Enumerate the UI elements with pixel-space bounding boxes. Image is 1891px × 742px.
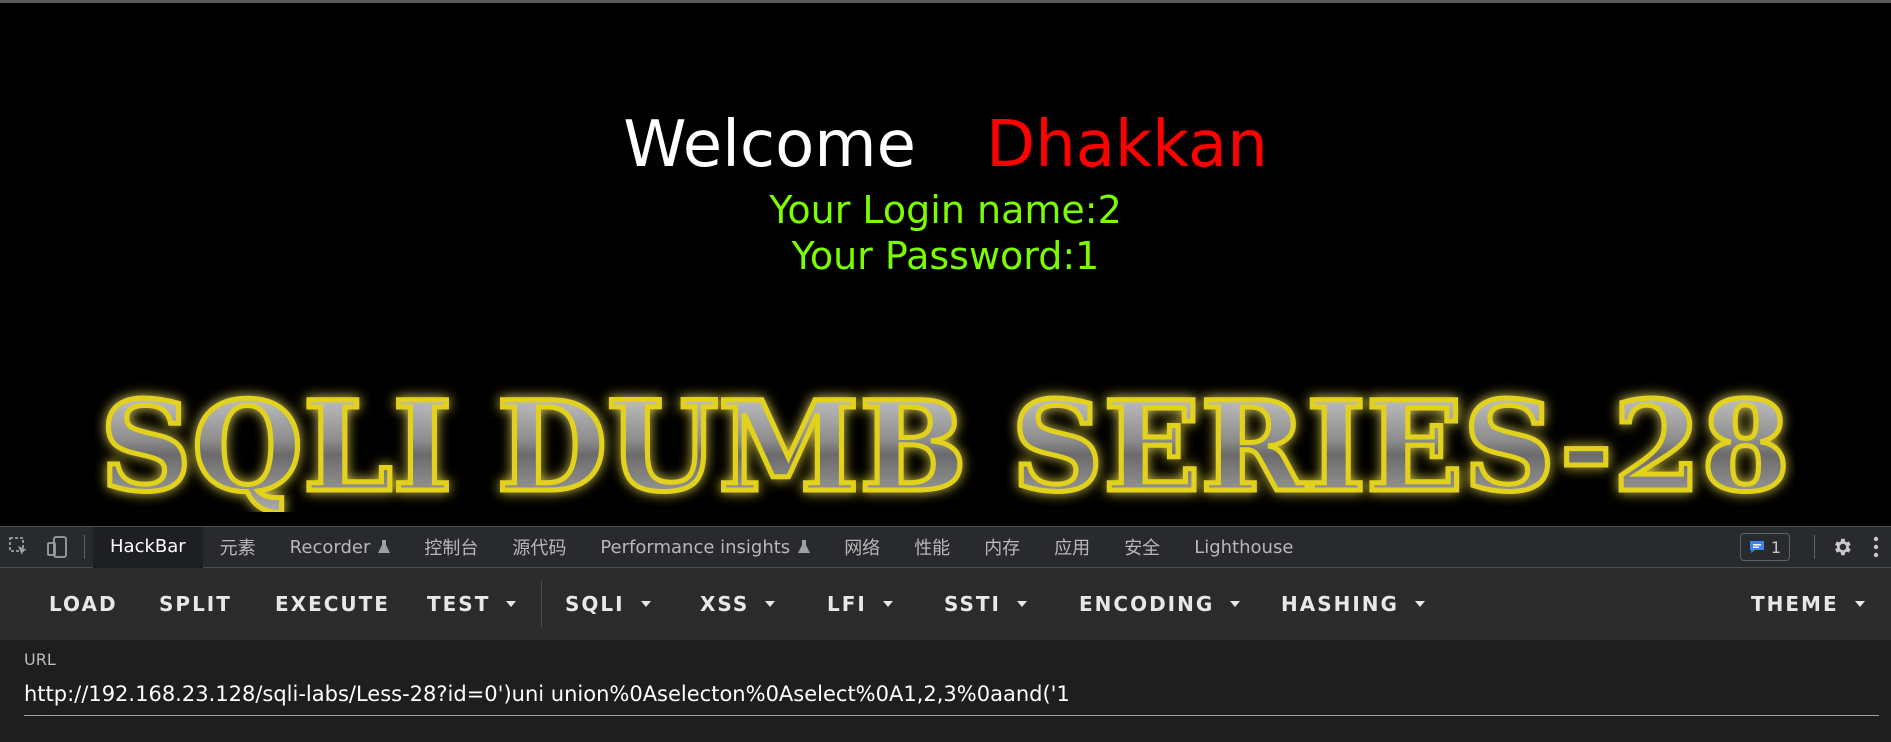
tab-hackbar[interactable]: HackBar	[93, 526, 203, 568]
theme-dropdown[interactable]: THEME	[1751, 568, 1865, 640]
theme-label: THEME	[1751, 592, 1839, 616]
tab-network[interactable]: 网络	[827, 527, 897, 568]
tab-label: Performance insights	[600, 536, 791, 558]
toolbar-divider	[541, 580, 542, 628]
execute-label: EXECUTE	[275, 592, 390, 616]
tab-label: Recorder	[289, 536, 371, 558]
tab-sources[interactable]: 源代码	[495, 527, 583, 568]
issues-count: 1	[1770, 537, 1781, 557]
tab-elements[interactable]: 元素	[203, 527, 273, 568]
tab-label: 应用	[1054, 538, 1091, 559]
devtools-right-controls: 1	[1739, 527, 1891, 567]
tab-performance[interactable]: 性能	[897, 527, 967, 568]
chevron-down-icon	[640, 601, 651, 607]
issues-button[interactable]: 1	[1739, 533, 1790, 561]
ssti-label: SSTI	[944, 592, 1001, 616]
inspect-element-icon[interactable]	[0, 527, 38, 567]
url-panel: URL	[0, 640, 1891, 742]
encoding-label: ENCODING	[1079, 592, 1215, 616]
tab-label: 安全	[1124, 538, 1161, 559]
tab-label: 元素	[219, 538, 256, 559]
login-name-text: Your Login name:2	[769, 188, 1122, 232]
tab-label: HackBar	[110, 535, 186, 557]
tab-memory[interactable]: 内存	[967, 527, 1037, 568]
tab-label: 内存	[984, 538, 1021, 559]
device-toolbar-icon[interactable]	[38, 527, 76, 567]
chevron-down-icon	[1230, 601, 1241, 607]
settings-gear-icon[interactable]	[1823, 527, 1861, 567]
sqli-dropdown[interactable]: SQLI	[565, 568, 651, 640]
welcome-heading: Welcome Dhakkan	[0, 108, 1891, 188]
url-label: URL	[24, 650, 56, 669]
tab-security[interactable]: 安全	[1107, 527, 1177, 568]
test-dropdown[interactable]: TEST	[427, 568, 517, 640]
devtools-tab-bar: HackBar 元素 Recorder 控制台 源代码 Performance …	[0, 526, 1891, 568]
tab-label: 性能	[914, 538, 951, 559]
more-vertical-icon[interactable]	[1861, 527, 1891, 567]
chevron-down-icon	[1854, 601, 1865, 607]
chevron-down-icon	[1017, 601, 1027, 607]
lfi-dropdown[interactable]: LFI	[827, 568, 893, 640]
toolbar-separator	[84, 535, 85, 559]
load-label: LOAD	[49, 592, 118, 616]
chevron-down-icon	[506, 601, 517, 607]
xss-label: XSS	[700, 592, 750, 616]
tab-label: 控制台	[424, 538, 479, 559]
ssti-dropdown[interactable]: SSTI	[944, 568, 1027, 640]
tab-label: 源代码	[512, 538, 567, 559]
lfi-label: LFI	[827, 592, 867, 616]
url-input[interactable]	[24, 672, 1879, 716]
xss-dropdown[interactable]: XSS	[700, 568, 776, 640]
experimental-flask-icon	[378, 540, 391, 553]
hackbar-toolbar: LOAD SPLIT EXECUTE TEST SQLI XSS LFI SST…	[0, 568, 1891, 640]
welcome-word: Welcome	[623, 108, 916, 182]
execute-button[interactable]: EXECUTE	[275, 568, 390, 640]
split-label: SPLIT	[159, 592, 232, 616]
password-text: Your Password:1	[791, 234, 1100, 278]
tab-console[interactable]: 控制台	[407, 527, 495, 568]
test-label: TEST	[427, 592, 491, 616]
chevron-down-icon	[882, 601, 893, 607]
chevron-down-icon	[1414, 601, 1425, 607]
tab-application[interactable]: 应用	[1037, 527, 1107, 568]
issues-icon	[1749, 541, 1764, 553]
banner-text: SQLI DUMB SERIES-28	[100, 375, 1790, 512]
hashing-label: HASHING	[1281, 592, 1399, 616]
hashing-dropdown[interactable]: HASHING	[1281, 568, 1425, 640]
tab-lighthouse[interactable]: Lighthouse	[1177, 527, 1310, 568]
encoding-dropdown[interactable]: ENCODING	[1079, 568, 1241, 640]
tab-label: 网络	[844, 538, 881, 559]
series-banner-image: SQLI DUMB SERIES-28	[95, 372, 1795, 513]
toolbar-separator	[1814, 535, 1815, 559]
experimental-flask-icon	[798, 540, 811, 553]
sqli-label: SQLI	[565, 592, 625, 616]
tab-performance-insights[interactable]: Performance insights	[583, 527, 827, 568]
split-button[interactable]: SPLIT	[159, 568, 232, 640]
page-viewport: Welcome Dhakkan Your Login name:2 Your Pa…	[0, 0, 1891, 526]
tab-recorder[interactable]: Recorder	[273, 527, 408, 568]
load-button[interactable]: LOAD	[49, 568, 118, 640]
chevron-down-icon	[765, 601, 776, 607]
welcome-username: Dhakkan	[985, 108, 1268, 182]
viewport-top-border	[0, 0, 1891, 3]
tab-label: Lighthouse	[1194, 536, 1294, 558]
